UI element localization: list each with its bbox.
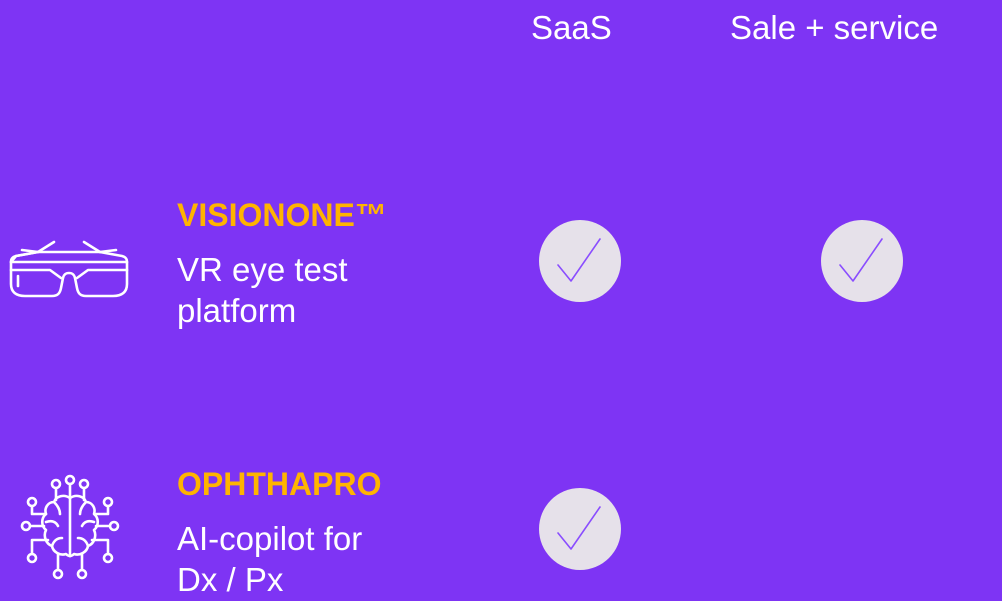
- checkmark-icon: [539, 488, 621, 570]
- column-header-saas: SaaS: [531, 9, 612, 46]
- column-header-sale-service: Sale + service: [730, 9, 939, 46]
- product-description-line-2: Dx / Px: [177, 561, 284, 598]
- product-description-line-1: AI-copilot for: [177, 520, 363, 557]
- checkmark-icon: [821, 220, 903, 302]
- product-description-line-1: VR eye test: [177, 251, 348, 288]
- vr-glasses-icon: [9, 240, 129, 298]
- product-description-line-2: platform: [177, 292, 297, 329]
- product-name-ophthapro: OPHTHAPRO: [177, 466, 382, 502]
- ai-brain-icon: [20, 474, 120, 580]
- checkmark-icon: [539, 220, 621, 302]
- product-name-visionone: VISIONONE™: [177, 197, 387, 233]
